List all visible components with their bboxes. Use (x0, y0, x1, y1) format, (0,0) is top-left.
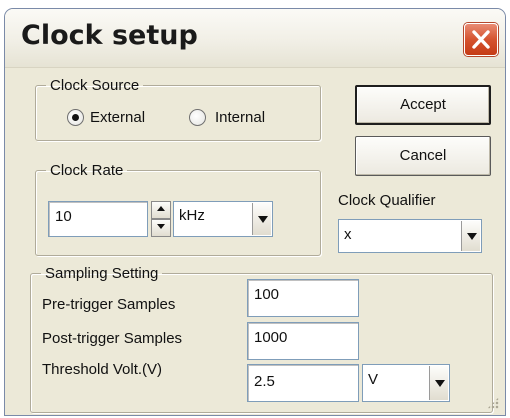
pretrigger-input[interactable]: 100 (247, 279, 359, 317)
threshold-label: Threshold Volt.(V) (42, 361, 163, 378)
posttrigger-label: Post-trigger Samples (42, 330, 183, 347)
clock-rate-legend: Clock Rate (50, 162, 124, 179)
clock-rate-unit-select[interactable]: kHz (173, 201, 273, 237)
radio-selected-dot (72, 114, 79, 121)
pretrigger-label: Pre-trigger Samples (42, 296, 176, 313)
posttrigger-input[interactable]: 1000 (247, 322, 359, 360)
threshold-input[interactable]: 2.5 (247, 364, 359, 402)
clock-qualifier-value: x (344, 226, 352, 243)
threshold-unit-select[interactable]: V (362, 364, 450, 402)
cancel-button[interactable]: Cancel (355, 136, 491, 176)
external-label: External (90, 109, 146, 126)
chevron-down-icon[interactable] (429, 366, 448, 400)
chevron-down-icon[interactable] (461, 221, 480, 251)
clock-source-legend: Clock Source (50, 77, 140, 94)
close-button[interactable] (464, 23, 498, 56)
external-radio[interactable] (67, 109, 84, 126)
clock-rate-input[interactable]: 10 (48, 201, 148, 237)
threshold-unit-value: V (368, 371, 379, 388)
clock-rate-unit-value: kHz (179, 207, 205, 224)
clock-setup-dialog: Clock setup Clock Source External Intern… (4, 8, 506, 416)
clock-qualifier-label: Clock Qualifier (338, 192, 436, 209)
clock-rate-spin-up[interactable] (151, 201, 171, 219)
accept-button[interactable]: Accept (355, 85, 491, 125)
sampling-setting-legend: Sampling Setting (45, 265, 159, 282)
internal-radio[interactable] (189, 109, 206, 126)
dialog-body: Clock Source External Internal Accept Ca… (15, 71, 495, 413)
internal-label: Internal (215, 109, 266, 126)
title-bar[interactable]: Clock setup (5, 9, 505, 68)
clock-qualifier-select[interactable]: x (338, 219, 482, 253)
dialog-title: Clock setup (21, 20, 198, 51)
clock-rate-spin-down[interactable] (151, 219, 171, 237)
close-icon (472, 30, 490, 49)
chevron-down-icon[interactable] (252, 203, 271, 235)
